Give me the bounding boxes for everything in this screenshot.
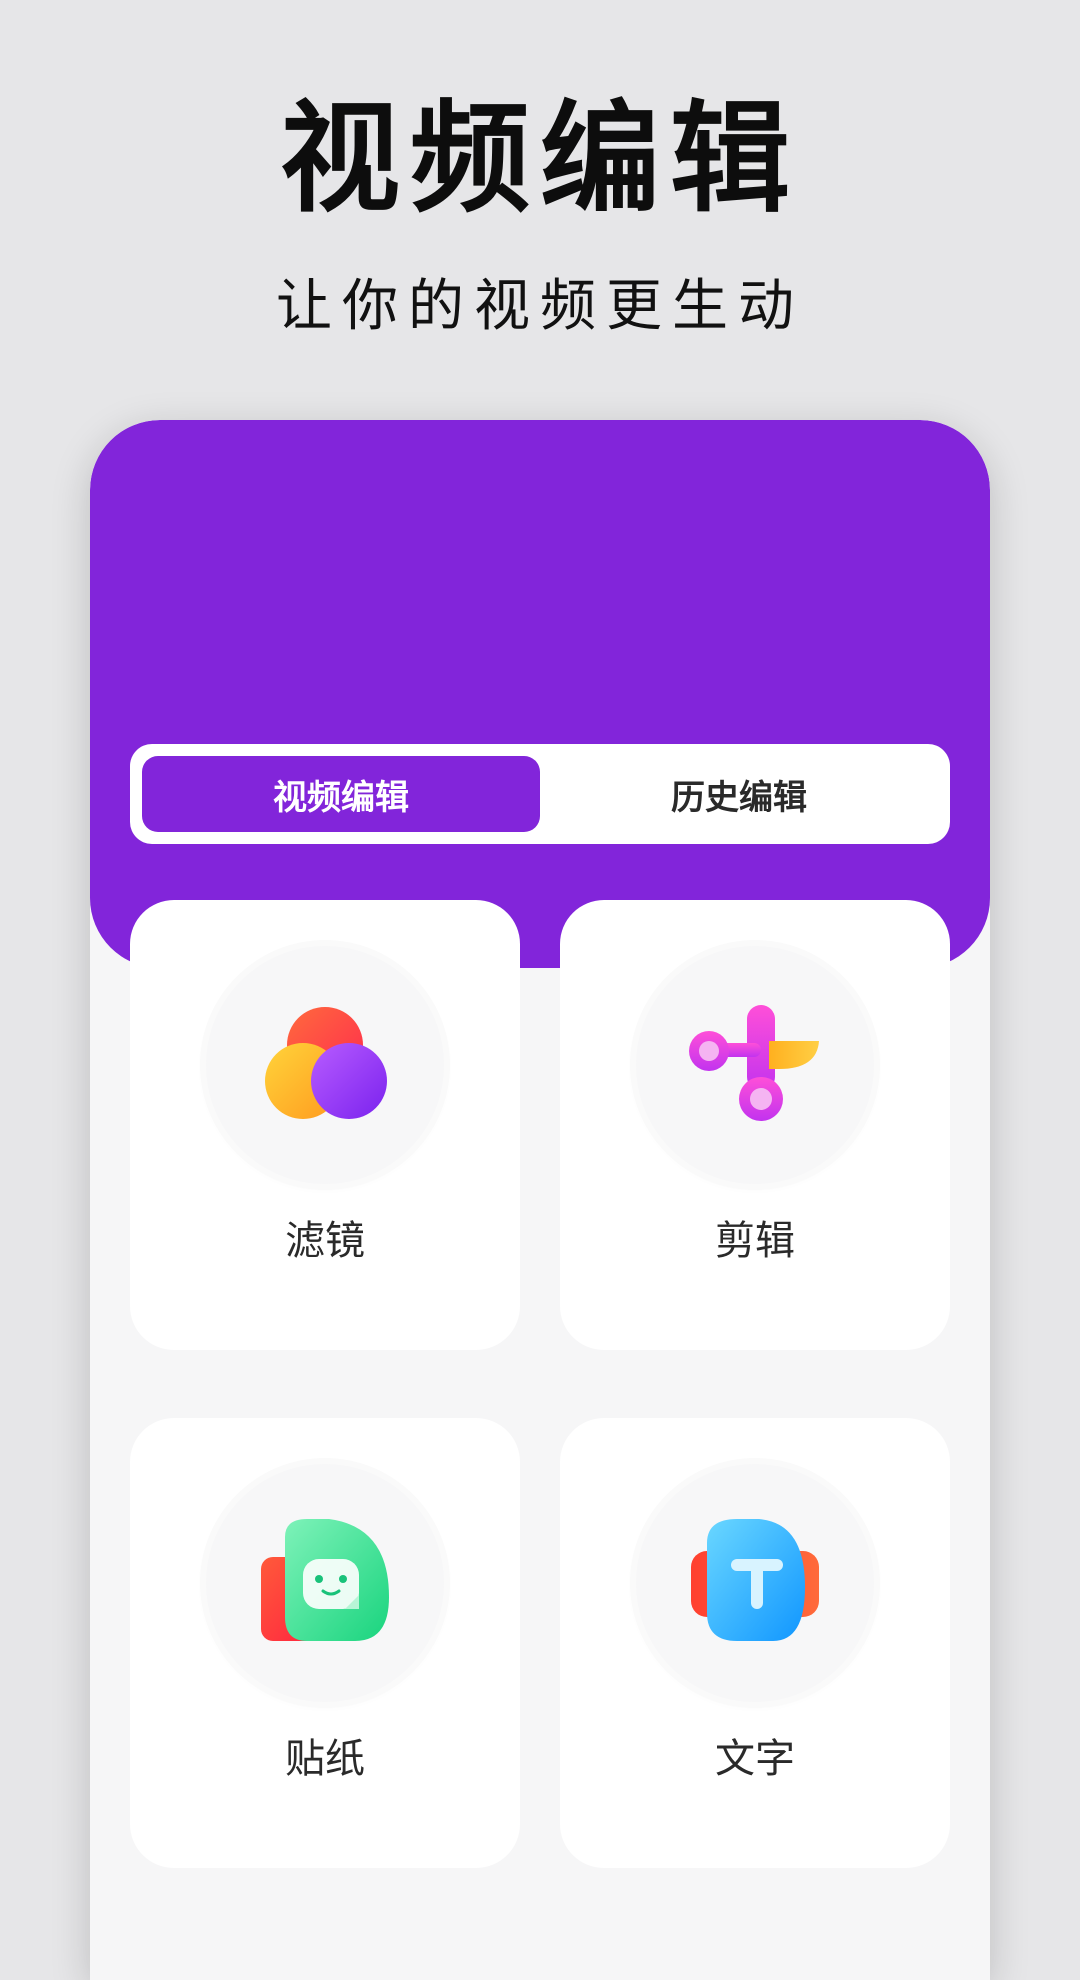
- text-icon: [691, 1519, 819, 1641]
- sticker-icon: [261, 1519, 389, 1641]
- feature-card-cut[interactable]: 剪辑: [560, 900, 950, 1350]
- text-icon-circle: [636, 1464, 874, 1702]
- feature-label-text: 文字: [715, 1736, 795, 1782]
- sticker-icon-circle: [206, 1464, 444, 1702]
- feature-label-filter: 滤镜: [285, 1218, 365, 1264]
- promo-subtitle: 让你的视频更生动: [276, 274, 804, 339]
- tab-video-edit[interactable]: 视频编辑: [142, 756, 540, 832]
- header-banner: [90, 420, 990, 968]
- filter-icon: [265, 1007, 387, 1119]
- filter-icon-circle: [206, 946, 444, 1184]
- feature-card-text[interactable]: 文字: [560, 1418, 950, 1868]
- feature-label-sticker: 贴纸: [285, 1736, 365, 1782]
- app-screen: 视频编辑 历史编辑 滤镜 剪辑 贴纸 文字: [90, 420, 990, 1980]
- feature-label-cut: 剪辑: [715, 1218, 795, 1264]
- scissors-icon: [689, 1005, 819, 1121]
- tab-history-edit[interactable]: 历史编辑: [540, 756, 938, 832]
- tab-switcher: 视频编辑 历史编辑: [130, 744, 950, 844]
- feature-card-sticker[interactable]: 贴纸: [130, 1418, 520, 1868]
- promo-title: 视频编辑: [280, 90, 800, 229]
- feature-card-filter[interactable]: 滤镜: [130, 900, 520, 1350]
- scissors-icon-circle: [636, 946, 874, 1184]
